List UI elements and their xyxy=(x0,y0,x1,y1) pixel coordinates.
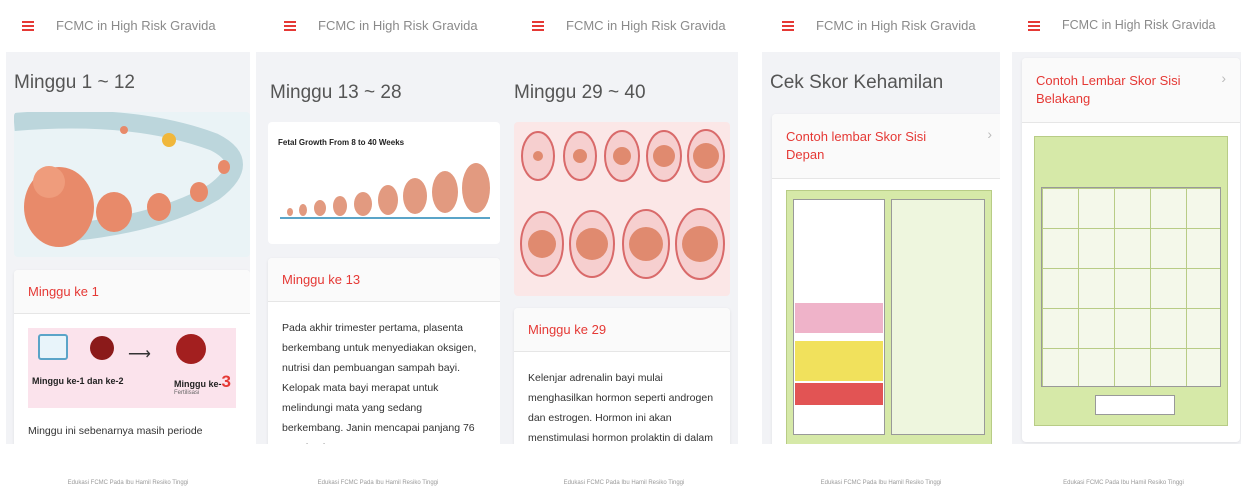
screen-minggu-13-28: FCMC in High Risk Gravida Minggu 13 ~ 28… xyxy=(256,0,500,489)
arrow-icon: ⟶ xyxy=(128,346,151,363)
thumb-right-text: Minggu ke- xyxy=(174,379,222,389)
menu-icon[interactable] xyxy=(1028,19,1042,31)
calendar-icon xyxy=(38,334,68,360)
app-bar: FCMC in High Risk Gravida xyxy=(256,0,500,50)
score-sheet-front-image xyxy=(786,190,992,444)
footer-text: Edukasi FCMC Pada Ibu Hamil Resiko Tingg… xyxy=(67,480,189,486)
screen-cek-skor: FCMC in High Risk Gravida Cek Skor Keham… xyxy=(756,0,1006,489)
chevron-right-icon[interactable]: › xyxy=(1221,70,1226,86)
app-bar: FCMC in High Risk Gravida xyxy=(1006,0,1241,50)
sheet-bottom-box xyxy=(1095,395,1175,415)
footer-text: Edukasi FCMC Pada Ibu Hamil Resiko Tingg… xyxy=(317,480,439,486)
card-title: Minggu ke 13 xyxy=(268,258,500,302)
score-sheet-card[interactable]: Contoh lembar Skor Sisi Depan › xyxy=(772,114,1000,444)
fetal-development-image xyxy=(14,112,250,257)
app-bar: FCMC in High Risk Gravida xyxy=(756,0,1006,50)
section-heading: Minggu 1 ~ 12 xyxy=(14,72,135,93)
chevron-right-icon[interactable]: › xyxy=(987,126,992,142)
uterus-stages-image xyxy=(514,122,730,296)
embryo-icon xyxy=(176,334,206,364)
screen-minggu-29-40: FCMC in High Risk Gravida Minggu 29 ~ 40 xyxy=(500,0,748,489)
week-card[interactable]: Minggu ke 1 ⟶ Minggu ke-1 dan ke-2 Mingg… xyxy=(14,270,250,444)
section-heading: Minggu 29 ~ 40 xyxy=(514,82,646,103)
app-title: FCMC in High Risk Gravida xyxy=(1062,18,1216,32)
card-title: Contoh lembar Skor Sisi Depan xyxy=(772,114,1000,179)
app-bar: FCMC in High Risk Gravida xyxy=(500,0,748,50)
app-title: FCMC in High Risk Gravida xyxy=(816,17,976,33)
card-title: Contoh Lembar Skor Sisi Belakang xyxy=(1022,58,1240,123)
thumb-right-number: 3 xyxy=(221,372,231,391)
content-area[interactable]: Contoh Lembar Skor Sisi Belakang › xyxy=(1012,52,1241,444)
app-bar: FCMC in High Risk Gravida xyxy=(0,0,256,50)
screen-skor-belakang: FCMC in High Risk Gravida Contoh Lembar … xyxy=(1006,0,1241,489)
app-title: FCMC in High Risk Gravida xyxy=(56,17,216,33)
app-title: FCMC in High Risk Gravida xyxy=(318,17,478,33)
content-area[interactable]: Minggu 29 ~ 40 Minggu ke 29 Kelenjar adr… xyxy=(500,52,738,444)
fetal-growth-chart-image: Fetal Growth From 8 to 40 Weeks xyxy=(268,122,500,244)
footer-text: Edukasi FCMC Pada Ibu Hamil Resiko Tingg… xyxy=(820,480,942,486)
week-thumbnail: ⟶ Minggu ke-1 dan ke-2 Minggu ke-3 Ferti… xyxy=(28,328,236,408)
section-heading: Minggu 13 ~ 28 xyxy=(270,82,402,103)
thumb-right-sub: Fertilisasi xyxy=(174,390,200,396)
egg-cell-icon xyxy=(90,336,114,360)
content-area[interactable]: Minggu 1 ~ 12 Minggu ke 1 ⟶ Minggu ke-1 … xyxy=(6,52,250,444)
card-body-text: Minggu ini sebenarnya masih periode xyxy=(28,425,203,437)
week-card[interactable]: Minggu ke 13 Pada akhir trimester pertam… xyxy=(268,258,500,444)
menu-icon[interactable] xyxy=(284,19,298,31)
menu-icon[interactable] xyxy=(782,19,796,31)
sheet-pink-band xyxy=(795,303,883,333)
content-area[interactable]: Cek Skor Kehamilan Contoh lembar Skor Si… xyxy=(762,52,1000,444)
week-card[interactable]: Minggu ke 29 Kelenjar adrenalin bayi mul… xyxy=(514,308,730,444)
sheet-red-band xyxy=(795,383,883,405)
content-area[interactable]: Minggu 13 ~ 28 Fetal Growth From 8 to 40… xyxy=(256,52,500,444)
section-heading: Cek Skor Kehamilan xyxy=(770,72,944,93)
score-sheet-card[interactable]: Contoh Lembar Skor Sisi Belakang › xyxy=(1022,58,1240,442)
card-body-text: Pada akhir trimester pertama, plasenta b… xyxy=(282,322,477,444)
card-body-text: Kelenjar adrenalin bayi mulai menghasilk… xyxy=(528,372,714,444)
app-title: FCMC in High Risk Gravida xyxy=(566,17,726,33)
thumb-left-label: Minggu ke-1 dan ke-2 xyxy=(32,376,124,386)
footer-text: Edukasi FCMC Pada Ibu Hamil Resiko Tingg… xyxy=(1063,480,1184,486)
sheet-picture-grid xyxy=(1041,187,1221,387)
sheet-right-panel xyxy=(891,199,985,435)
menu-icon[interactable] xyxy=(532,19,546,31)
thumb-right-label: Minggu ke-3 xyxy=(174,372,231,392)
score-sheet-back-image xyxy=(1034,136,1228,426)
screen-minggu-1-12: FCMC in High Risk Gravida Minggu 1 ~ 12 … xyxy=(0,0,256,489)
footer-text: Edukasi FCMC Pada Ibu Hamil Resiko Tingg… xyxy=(563,480,685,486)
card-title: Minggu ke 1 xyxy=(14,270,250,314)
menu-icon[interactable] xyxy=(22,19,36,31)
sheet-yellow-band xyxy=(795,341,883,381)
card-title: Minggu ke 29 xyxy=(514,308,730,352)
